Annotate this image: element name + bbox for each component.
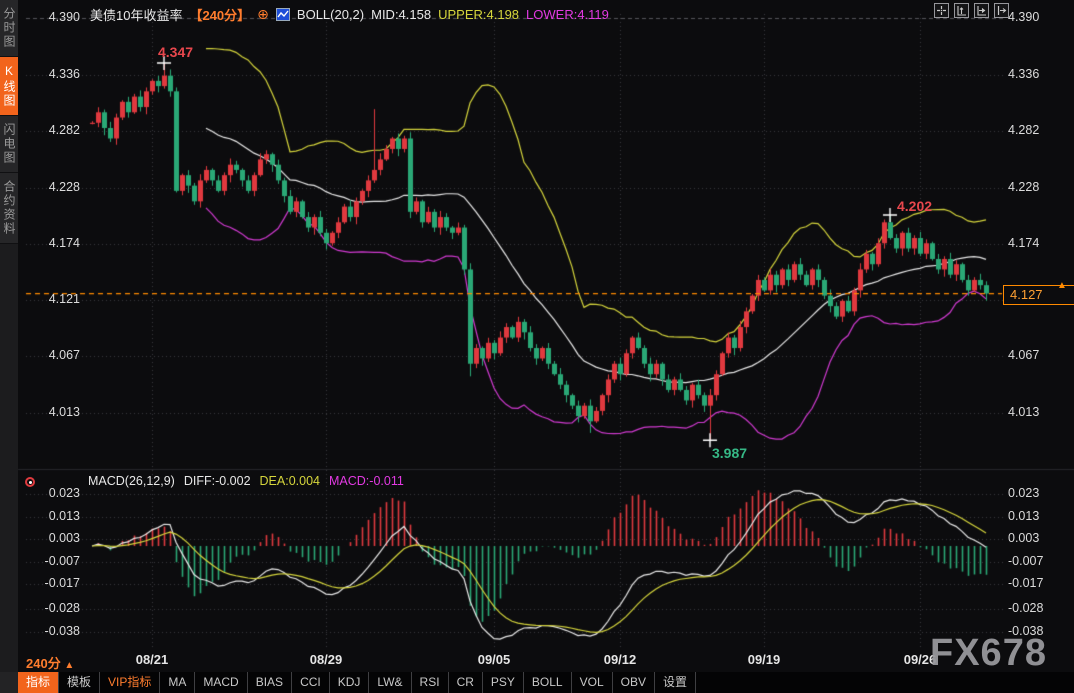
macd-tick-right: -0.017	[1008, 576, 1068, 590]
toolbar-item-BIAS[interactable]: BIAS	[248, 672, 292, 693]
toolbar-item-BOLL[interactable]: BOLL	[524, 672, 572, 693]
date-tick: 09/19	[734, 652, 794, 667]
price-marker-label: 4.347	[158, 44, 193, 60]
sidebar-tab-分时图[interactable]: 分时图	[0, 0, 18, 57]
watermark: FX678	[930, 632, 1047, 675]
macd-tick-left: 0.013	[28, 509, 80, 523]
toolbar-item-CR[interactable]: CR	[449, 672, 483, 693]
sidebar-tab-闪电图[interactable]: 闪电图	[0, 116, 18, 173]
indicator-chart-icon	[276, 8, 290, 21]
boll-label: BOLL(20,2)	[297, 7, 364, 22]
macd-tick-right: -0.028	[1008, 601, 1068, 615]
chart-header: 美债10年收益率 【240分】 ⊕ BOLL(20,2) MID:4.158 U…	[90, 5, 609, 24]
date-tick: 08/29	[296, 652, 356, 667]
price-tick-left: 4.067	[28, 348, 80, 362]
macd-tick-right: -0.007	[1008, 554, 1068, 568]
toolbar-item-设置[interactable]: 设置	[655, 672, 696, 693]
macd-tick-left: 0.023	[28, 486, 80, 500]
price-tick-left: 4.228	[28, 180, 80, 194]
price-tick-right: 4.174	[1008, 236, 1068, 250]
crosshair-icon[interactable]	[934, 3, 949, 18]
boll-lower-value: LOWER:4.119	[526, 7, 609, 22]
macd-tick-left: 0.003	[28, 531, 80, 545]
macd-tick-left: -0.017	[28, 576, 80, 590]
boll-upper-value: UPPER:4.198	[438, 7, 519, 22]
timeframe-label[interactable]: 240分 ▲	[26, 653, 74, 672]
price-tick-left: 4.121	[28, 292, 80, 306]
price-tick-right: 4.390	[1008, 10, 1068, 24]
macd-tick-left: -0.038	[28, 624, 80, 638]
chart-canvas[interactable]	[0, 0, 1074, 693]
toolbar-corner	[0, 672, 18, 693]
macd-label: MACD(26,12,9)	[88, 474, 175, 488]
toolbar-item-PSY[interactable]: PSY	[483, 672, 524, 693]
date-tick: 09/12	[590, 652, 650, 667]
period-label[interactable]: 【240分】	[189, 5, 250, 24]
price-tick-right: 4.013	[1008, 405, 1068, 419]
macd-diff-value: DIFF:-0.002	[184, 474, 251, 488]
sidebar-chart-types: 分时图K线图闪电图合约资料	[0, 0, 18, 672]
indicator-toolbar: 指标模板VIP指标MAMACDBIASCCIKDJLW&RSICRPSYBOLL…	[0, 672, 1074, 693]
macd-tick-right: 0.013	[1008, 509, 1068, 523]
price-tick-right: 4.228	[1008, 180, 1068, 194]
macd-macd-value: MACD:-0.011	[329, 474, 404, 488]
toolbar-item-VIP指标[interactable]: VIP指标	[100, 672, 160, 693]
date-tick: 08/21	[122, 652, 182, 667]
trading-app-window: 分时图K线图闪电图合约资料 美债10年收益率 【240分】 ⊕ BOLL(20,…	[0, 0, 1074, 693]
chart-tool-icons	[934, 3, 1009, 18]
last-price-arrow-icon: ▲	[1057, 280, 1067, 291]
sidebar-tab-合约资料[interactable]: 合约资料	[0, 173, 18, 244]
indicator-settings-icon[interactable]	[25, 477, 35, 487]
price-tick-right: 4.282	[1008, 123, 1068, 137]
toolbar-item-LW&[interactable]: LW&	[369, 672, 411, 693]
price-tick-left: 4.390	[28, 10, 80, 24]
toolbar-item-KDJ[interactable]: KDJ	[330, 672, 370, 693]
date-tick: 09/05	[464, 652, 524, 667]
price-marker-label: 3.987	[712, 445, 747, 461]
toolbar-item-MA[interactable]: MA	[160, 672, 195, 693]
symbol-title: 美债10年收益率	[90, 5, 182, 24]
price-tick-left: 4.013	[28, 405, 80, 419]
toolbar-item-指标[interactable]: 指标	[18, 672, 59, 693]
macd-tick-right: 0.003	[1008, 531, 1068, 545]
macd-dea-value: DEA:0.004	[260, 474, 320, 488]
macd-tick-left: -0.007	[28, 554, 80, 568]
macd-tick-right: 0.023	[1008, 486, 1068, 500]
toolbar-item-OBV[interactable]: OBV	[613, 672, 655, 693]
macd-tick-left: -0.028	[28, 601, 80, 615]
price-tick-left: 4.336	[28, 67, 80, 81]
toolbar-item-CCI[interactable]: CCI	[292, 672, 330, 693]
price-tick-right: 4.336	[1008, 67, 1068, 81]
expand-pane-icon[interactable]	[994, 3, 1009, 18]
price-marker-label: 4.202	[897, 198, 932, 214]
price-tick-right: 4.067	[1008, 348, 1068, 362]
price-tick-left: 4.174	[28, 236, 80, 250]
timeframe-arrow-icon: ▲	[64, 660, 74, 671]
x-axis-scale-icon[interactable]	[974, 3, 989, 18]
toolbar-item-VOL[interactable]: VOL	[572, 672, 613, 693]
toolbar-item-RSI[interactable]: RSI	[412, 672, 449, 693]
sidebar-tab-K线图[interactable]: K线图	[0, 57, 18, 116]
price-tick-left: 4.282	[28, 123, 80, 137]
toolbar-item-模板[interactable]: 模板	[59, 672, 100, 693]
boll-mid-value: MID:4.158	[371, 7, 431, 22]
y-axis-scale-icon[interactable]	[954, 3, 969, 18]
add-indicator-icon[interactable]: ⊕	[257, 8, 269, 21]
macd-header: MACD(26,12,9) DIFF:-0.002 DEA:0.004 MACD…	[88, 474, 404, 488]
toolbar-item-MACD[interactable]: MACD	[195, 672, 247, 693]
